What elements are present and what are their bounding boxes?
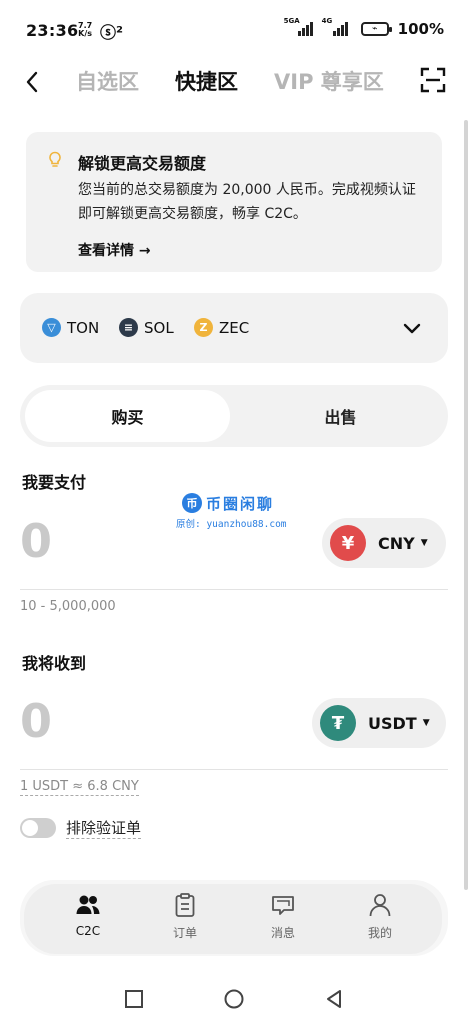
zec-icon: Z: [194, 318, 213, 337]
back-nav-icon[interactable]: [323, 988, 345, 1010]
receive-label: 我将收到: [22, 654, 87, 673]
signal-4g-icon: 4G: [322, 17, 348, 36]
tab-orders[interactable]: 订单: [150, 892, 220, 941]
receive-amount-input[interactable]: 0: [20, 694, 52, 748]
scan-icon[interactable]: [420, 67, 446, 93]
coin-filter[interactable]: ▽ TON ≡ SOL Z ZEC: [20, 293, 448, 363]
pay-divider: [20, 589, 448, 590]
caret-down-icon: ▼: [422, 718, 430, 728]
tab-express[interactable]: 快捷区: [175, 66, 238, 96]
exclude-verify-toggle[interactable]: [20, 818, 56, 838]
status-indicators: 5GA 4G ⌁ 100%: [284, 17, 444, 38]
back-button[interactable]: [18, 68, 46, 96]
recent-apps-icon[interactable]: [123, 988, 145, 1010]
pay-label: 我要支付: [22, 473, 87, 492]
ton-icon: ▽: [42, 318, 61, 337]
pay-currency-selector[interactable]: ¥ CNY ▼: [322, 518, 446, 568]
person-icon: [369, 894, 391, 917]
caret-down-icon: ▼: [420, 538, 428, 548]
sol-icon: ≡: [119, 318, 138, 337]
exchange-rate[interactable]: 1 USDT ≈ 6.8 CNY: [20, 779, 139, 796]
clipboard-icon: [175, 893, 195, 917]
watermark-logo: 币: [182, 493, 202, 513]
status-time: 23:36: [26, 21, 79, 40]
tab-c2c[interactable]: C2C: [53, 892, 123, 938]
sell-tab[interactable]: 出售: [238, 390, 443, 442]
bottom-tab-bar: C2C 订单 消息 我的: [24, 884, 442, 954]
lightbulb-icon: [49, 151, 61, 167]
watermark: 币 币圈闲聊 原创: yuanzhou88.com: [176, 493, 306, 533]
toggle-knob: [22, 820, 38, 836]
cny-icon: ¥: [330, 525, 366, 561]
battery-percent: 100%: [397, 20, 444, 38]
coin-chip-sol[interactable]: ≡ SOL: [119, 318, 174, 337]
network-speed: 7.7 K/s: [78, 21, 93, 38]
watermark-subtitle: 原创: yuanzhou88.com: [176, 519, 287, 530]
home-icon[interactable]: [223, 988, 245, 1010]
promo-details-link[interactable]: 查看详情 →: [78, 240, 151, 260]
buy-sell-toggle: 购买 出售: [20, 385, 448, 447]
watermark-title: 币圈闲聊: [206, 495, 275, 513]
promo-title: 解锁更高交易额度: [78, 154, 207, 173]
exclude-verify-label[interactable]: 排除验证单: [66, 817, 142, 839]
battery-icon: ⌁: [360, 22, 392, 36]
system-nav-bar: [0, 975, 468, 1024]
tab-vip[interactable]: VIP 尊享区: [274, 66, 384, 96]
tab-profile[interactable]: 我的: [345, 892, 415, 941]
pay-amount-input[interactable]: 0: [20, 514, 52, 568]
top-nav: 自选区 快捷区 VIP 尊享区: [0, 60, 468, 104]
receive-currency-selector[interactable]: ₮ USDT ▼: [312, 698, 446, 748]
receive-currency-code: USDT: [368, 713, 417, 733]
usdt-icon: ₮: [320, 705, 356, 741]
coin-chip-ton[interactable]: ▽ TON: [42, 318, 99, 337]
chevron-left-icon: [26, 71, 38, 93]
tab-messages[interactable]: 消息: [248, 892, 318, 941]
promo-text: 您当前的总交易额度为 20,000 人民币。完成视频认证即可解锁更高交易额度，畅…: [78, 182, 416, 222]
hotspot-icon: ⓢ²: [100, 23, 124, 42]
users-icon: [76, 895, 100, 914]
chevron-down-icon[interactable]: [402, 318, 422, 338]
status-bar: 23:36 7.7 K/s ⓢ² 5GA 4G ⌁ 100%: [0, 0, 468, 62]
tab-watchlist[interactable]: 自选区: [76, 66, 139, 96]
exclude-verify-row: 排除验证单: [20, 817, 142, 839]
chat-icon: [272, 896, 294, 915]
promo-card: 解锁更高交易额度 您当前的总交易额度为 20,000 人民币。完成视频认证即可解…: [26, 132, 442, 272]
receive-divider: [20, 769, 448, 770]
pay-range-hint: 10 - 5,000,000: [20, 599, 116, 614]
coin-chip-zec[interactable]: Z ZEC: [194, 318, 249, 337]
signal-5ga-icon: 5GA: [284, 17, 313, 36]
scrollbar[interactable]: [464, 120, 468, 890]
buy-tab[interactable]: 购买: [25, 390, 230, 442]
pay-currency-code: CNY: [378, 533, 415, 553]
